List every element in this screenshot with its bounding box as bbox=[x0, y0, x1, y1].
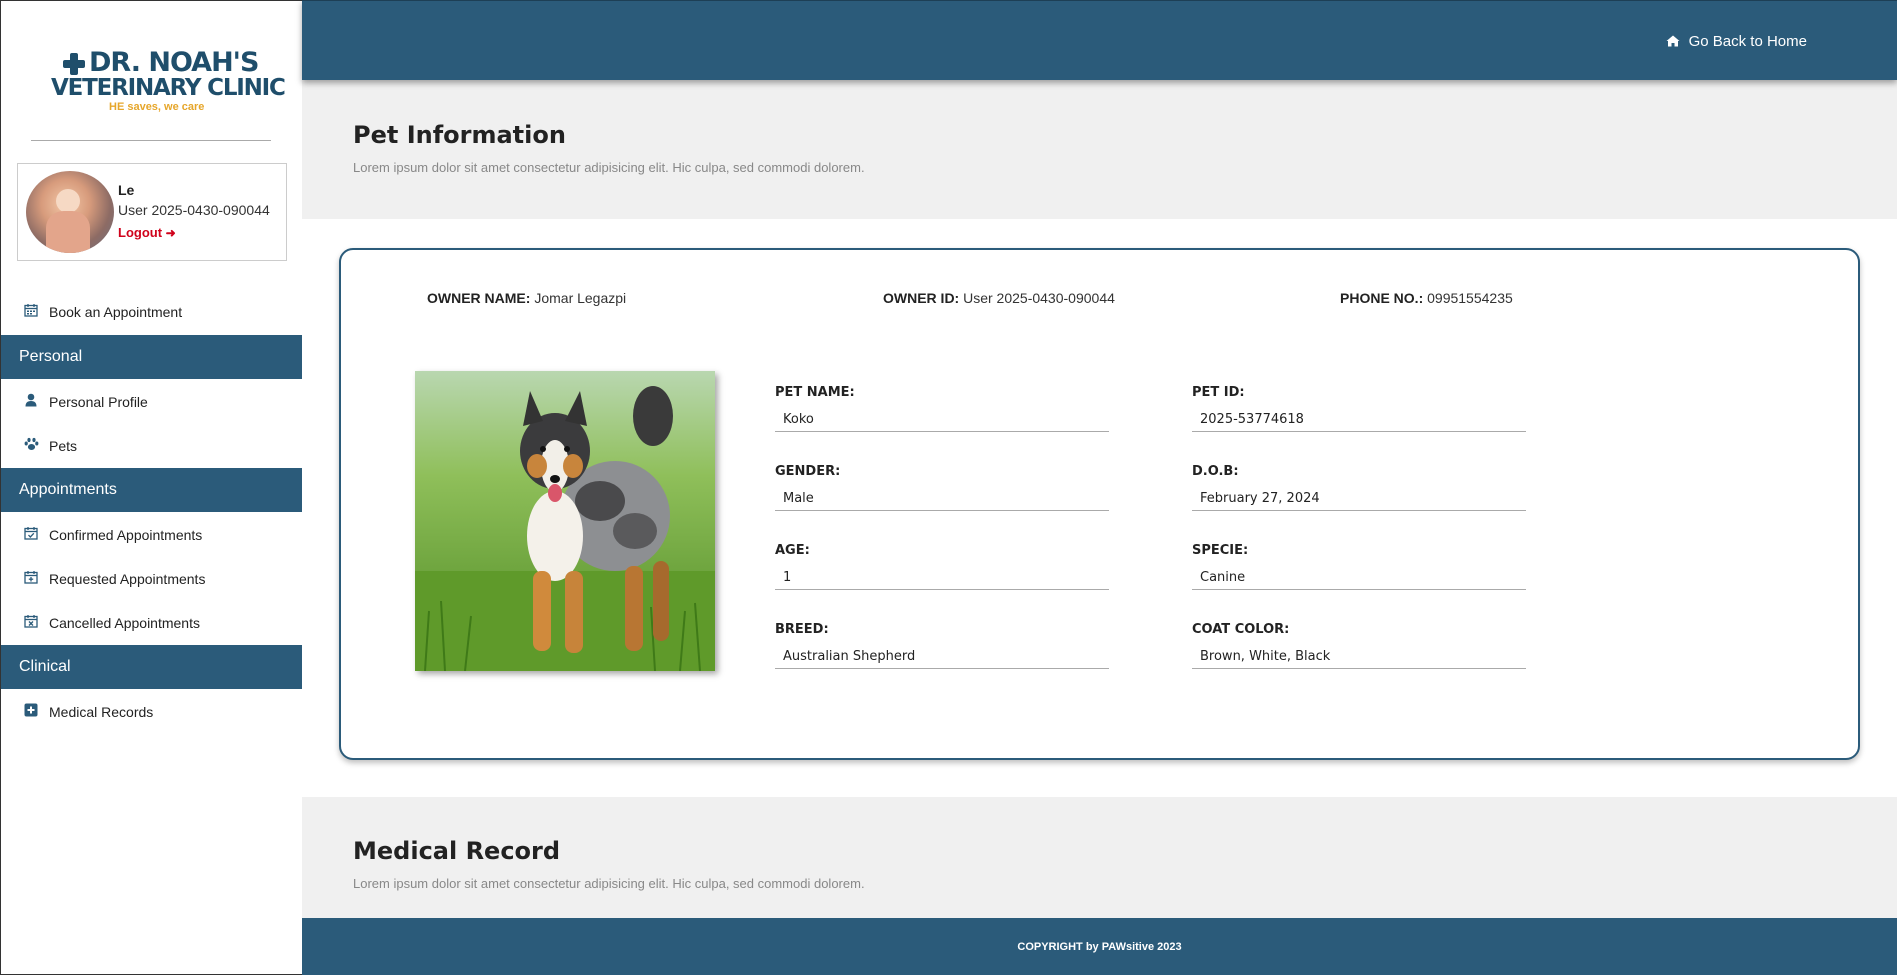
pet-id-label: PET ID: bbox=[1192, 385, 1245, 400]
nav-cancelled-appointments[interactable]: Cancelled Appointments bbox=[1, 603, 302, 643]
owner-id-value: User 2025-0430-090044 bbox=[963, 290, 1115, 306]
nav-confirmed-label: Confirmed Appointments bbox=[49, 527, 203, 543]
calendar-plus-icon bbox=[21, 570, 41, 588]
nav-pets-label: Pets bbox=[49, 438, 78, 454]
footer: COPYRIGHT by PAWsitive 2023 bbox=[302, 918, 1897, 975]
nav-book-appointment[interactable]: Book an Appointment bbox=[1, 292, 302, 332]
paw-icon bbox=[21, 437, 41, 455]
dob-label: D.O.B: bbox=[1192, 464, 1239, 479]
calendar-check-icon bbox=[21, 526, 41, 544]
gender-value: Male bbox=[775, 489, 1109, 511]
phone-label: PHONE NO.: bbox=[1340, 290, 1424, 306]
pet-info-title: Pet Information bbox=[353, 121, 566, 149]
logo-line-1: DR. NOAH'S bbox=[89, 47, 259, 78]
dob-value: February 27, 2024 bbox=[1192, 489, 1526, 511]
avatar bbox=[26, 171, 114, 253]
owner-name-value: Jomar Legazpi bbox=[534, 290, 627, 306]
pet-name-value: Koko bbox=[775, 410, 1109, 432]
top-header: Go Back to Home bbox=[302, 0, 1897, 80]
user-icon bbox=[21, 393, 41, 411]
logout-label: Logout bbox=[118, 225, 163, 240]
nav-requested-appointments[interactable]: Requested Appointments bbox=[1, 559, 302, 599]
plus-square-icon bbox=[21, 703, 41, 721]
calendar-icon bbox=[21, 303, 41, 321]
age-label: AGE: bbox=[775, 543, 810, 558]
gender-label: GENDER: bbox=[775, 464, 841, 479]
profile-card: Le User 2025-0430-090044 Logout ➜ bbox=[17, 163, 287, 261]
section-clinical: Clinical bbox=[1, 645, 302, 689]
medical-cross-icon bbox=[63, 53, 85, 75]
nav-personal-profile-label: Personal Profile bbox=[49, 394, 148, 410]
profile-user-id: User 2025-0430-090044 bbox=[118, 202, 270, 218]
breed-value: Australian Shepherd bbox=[775, 647, 1109, 669]
clinic-logo[interactable]: DR. NOAH'S VETERINARY CLINIC HE saves, w… bbox=[31, 43, 286, 121]
nav-book-label: Book an Appointment bbox=[49, 304, 183, 320]
go-home-link[interactable]: Go Back to Home bbox=[1666, 33, 1807, 50]
section-appointments: Appointments bbox=[1, 468, 302, 512]
sidebar: DR. NOAH'S VETERINARY CLINIC HE saves, w… bbox=[0, 0, 302, 975]
nav-pets[interactable]: Pets bbox=[1, 426, 302, 466]
logout-link[interactable]: Logout ➜ bbox=[118, 225, 176, 240]
home-icon bbox=[1666, 34, 1680, 50]
go-home-label: Go Back to Home bbox=[1688, 33, 1807, 50]
logo-tagline: HE saves, we care bbox=[109, 101, 205, 113]
coat-color-label: COAT COLOR: bbox=[1192, 622, 1290, 637]
profile-name: Le bbox=[118, 182, 135, 198]
logo-line-2: VETERINARY CLINIC bbox=[51, 75, 286, 101]
specie-label: SPECIE: bbox=[1192, 543, 1249, 558]
owner-id-label: OWNER ID: bbox=[883, 290, 960, 306]
nav-medical-records[interactable]: Medical Records bbox=[1, 692, 302, 732]
pet-info-card: OWNER NAME: Jomar Legazpi OWNER ID: User… bbox=[339, 248, 1860, 760]
owner-id-field: OWNER ID: User 2025-0430-090044 bbox=[883, 290, 1115, 306]
pet-id-value: 2025-53774618 bbox=[1192, 410, 1526, 432]
section-personal: Personal bbox=[1, 335, 302, 379]
age-value: 1 bbox=[775, 568, 1109, 590]
breed-label: BREED: bbox=[775, 622, 829, 637]
medical-record-description: Lorem ipsum dolor sit amet consectetur a… bbox=[353, 876, 865, 891]
coat-color-value: Brown, White, Black bbox=[1192, 647, 1526, 669]
footer-copyright: COPYRIGHT by PAWsitive 2023 bbox=[1017, 940, 1182, 953]
nav-personal-profile[interactable]: Personal Profile bbox=[1, 382, 302, 422]
owner-name-label: OWNER NAME: bbox=[427, 290, 531, 306]
calendar-x-icon bbox=[21, 614, 41, 632]
nav-medical-records-label: Medical Records bbox=[49, 704, 154, 720]
specie-value: Canine bbox=[1192, 568, 1526, 590]
medical-record-title: Medical Record bbox=[353, 837, 561, 865]
phone-field: PHONE NO.: 09951554235 bbox=[1340, 290, 1513, 306]
logout-icon: ➜ bbox=[165, 226, 176, 240]
sidebar-divider bbox=[31, 140, 271, 141]
phone-value: 09951554235 bbox=[1427, 290, 1513, 306]
pet-name-label: PET NAME: bbox=[775, 385, 855, 400]
owner-name-field: OWNER NAME: Jomar Legazpi bbox=[427, 290, 626, 306]
nav-requested-label: Requested Appointments bbox=[49, 571, 206, 587]
nav-confirmed-appointments[interactable]: Confirmed Appointments bbox=[1, 515, 302, 555]
pet-photo bbox=[415, 371, 715, 671]
nav-cancelled-label: Cancelled Appointments bbox=[49, 615, 200, 631]
pet-info-description: Lorem ipsum dolor sit amet consectetur a… bbox=[353, 160, 865, 175]
